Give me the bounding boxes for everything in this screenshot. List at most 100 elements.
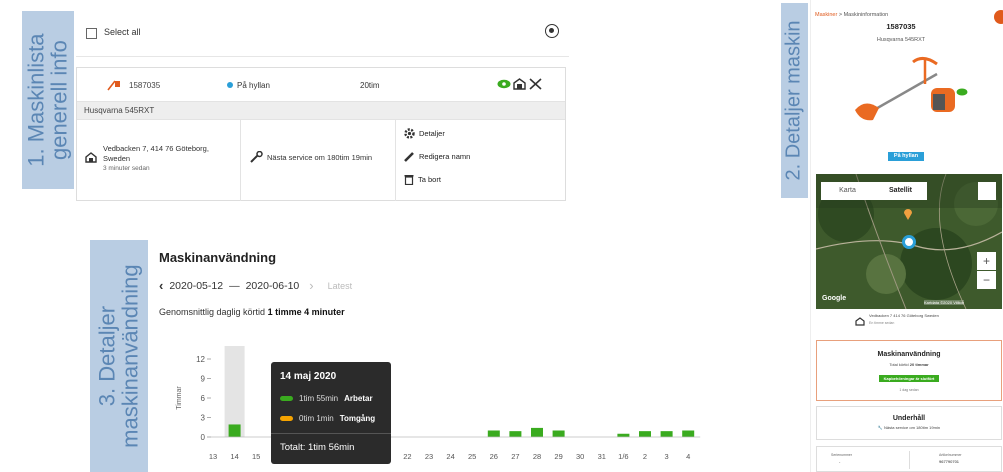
x-tick-label: 26 <box>490 452 498 461</box>
usage-box[interactable]: Maskinanvändning Total körtid 20 timmar … <box>816 340 1002 401</box>
highlight-column <box>224 346 245 437</box>
bar <box>509 431 522 437</box>
x-tick-label: 4 <box>686 452 690 461</box>
map[interactable]: Karta Satellit + − Google Kartdata ©2020… <box>816 174 1002 309</box>
bar <box>682 430 695 437</box>
detail-address-time: En timme sedan <box>869 321 895 325</box>
google-logo: Google <box>822 295 847 302</box>
section-label-3-line1: 3. Detaljer <box>94 305 120 407</box>
detail-status-badge: På hyllan <box>888 152 924 161</box>
bar <box>531 427 543 437</box>
x-tick-label: 14 <box>230 452 238 461</box>
y-tick-label: 3 <box>201 414 206 423</box>
tooltip-total: Totalt: 1tim 56min <box>280 442 355 453</box>
bar <box>639 431 651 437</box>
fullscreen-button[interactable] <box>978 182 996 200</box>
wrench-icon <box>250 151 263 163</box>
detail-machine-model: Husqvarna 545RXT <box>876 37 926 43</box>
article-label: Artikelnummer <box>939 453 962 457</box>
machine-card-model-row: Husqvarna 545RXT <box>77 102 565 120</box>
prev-period-icon[interactable]: ‹ <box>159 278 163 293</box>
date-navigator: ‹ 2020-05-12 — 2020-06-10 › Latest <box>159 278 352 293</box>
x-tick-label: 22 <box>403 452 411 461</box>
action-rename[interactable]: Redigera namn <box>404 151 470 162</box>
usage-chart[interactable]: Timmar0369121314151617181920212223242526… <box>155 346 715 472</box>
tooltip-work-value: 1tim 55min <box>299 394 339 403</box>
serial-label: Serienummer <box>831 453 853 457</box>
serial-value: - <box>839 459 841 464</box>
locate-icon[interactable] <box>545 24 559 38</box>
info-row: Serienummer - Artikelnummer 967790701 <box>816 446 1002 472</box>
tooltip-date: 14 maj 2020 <box>280 371 337 382</box>
x-tick-label: 24 <box>446 452 454 461</box>
bar <box>487 430 500 437</box>
work-legend-swatch <box>280 396 293 401</box>
maintenance-box[interactable]: Underhåll 🔧 Nästa service om 180tim 19mi… <box>816 406 1002 440</box>
machine-model: Husqvarna 545RXT <box>84 106 155 115</box>
garage-icon <box>513 78 526 90</box>
machine-list-toolbar: Select all <box>76 11 569 57</box>
address-time: 3 minuter sedan <box>103 165 150 172</box>
close-button[interactable] <box>994 10 1003 24</box>
latest-button[interactable]: Latest <box>328 281 353 291</box>
map-tab-bar: Karta Satellit <box>821 182 927 200</box>
details-divider-2 <box>395 120 396 201</box>
next-service: Nästa service om 180tim 19min <box>267 153 373 162</box>
x-tick-label: 27 <box>511 452 519 461</box>
section-label-1: 1. Maskinlista generell info <box>22 11 74 189</box>
machine-detail-panel: Maskiner > Maskininformation 1587035 Hus… <box>810 0 1003 472</box>
usage-box-title: Maskinanvändning <box>877 351 941 358</box>
map-tab-karta[interactable]: Karta <box>821 182 874 200</box>
action-details-label: Detaljer <box>419 129 445 138</box>
zoom-out-button[interactable]: − <box>977 271 996 289</box>
breadcrumb: Maskiner > Maskininformation <box>815 12 888 18</box>
bar <box>552 430 565 437</box>
map-attribution: Kartdata ©2020 Villkor <box>924 300 965 305</box>
x-tick-label: 29 <box>554 452 562 461</box>
x-tick-label: 13 <box>209 452 217 461</box>
breadcrumb-current: Maskininformation <box>843 12 889 18</box>
y-tick-label: 0 <box>201 433 206 442</box>
next-period-icon[interactable]: › <box>309 278 313 293</box>
info-divider <box>909 451 910 469</box>
section-label-3: 3. Detaljer maskinanvändning <box>90 240 148 472</box>
section-label-1-line2: generell info <box>47 40 72 160</box>
average-runtime: Genomsnittlig daglig körtid 1 timme 4 mi… <box>159 307 345 317</box>
tooltip-divider <box>271 433 391 434</box>
maintenance-text: Nästa service om 180tim 19min <box>884 425 941 430</box>
y-tick-label: 12 <box>196 355 205 364</box>
bar <box>617 433 630 437</box>
zoom-in-button[interactable]: + <box>977 252 996 270</box>
x-tick-label: 3 <box>665 452 669 461</box>
y-tick-label: 6 <box>201 394 206 403</box>
eye-icon <box>497 79 511 89</box>
machine-location-marker[interactable] <box>902 235 916 249</box>
y-axis-label: Timmar <box>176 386 183 410</box>
machine-card[interactable]: 1587035 På hyllan 20tim Husqvarna 545RXT <box>76 67 566 201</box>
map-pin-icon <box>904 209 912 220</box>
maintenance-wrench-icon: 🔧 <box>877 425 883 430</box>
tooltip-idle-row: 0tim 1min Tomgång <box>280 414 375 423</box>
usage-badge: Kapbehörningar är slutfört <box>878 375 940 382</box>
usage-title: Maskinanvändning <box>159 250 277 265</box>
map-tab-satellit[interactable]: Satellit <box>874 182 927 200</box>
breadcrumb-separator: > <box>838 12 843 18</box>
address-line1: Vedbacken 7, 414 76 Göteborg, <box>103 144 209 153</box>
x-tick-label: 1/6 <box>618 452 628 461</box>
tooltip-idle-label: Tomgång <box>339 414 376 423</box>
select-all-label[interactable]: Select all <box>104 27 141 37</box>
tooltip-work-label: Arbetar <box>344 394 373 403</box>
usage-total-label: Total körtid <box>889 362 909 367</box>
detail-home-icon <box>855 317 865 326</box>
y-tick-label: 9 <box>201 375 206 384</box>
breadcrumb-root[interactable]: Maskiner <box>815 12 837 18</box>
range-start: 2020-05-12 <box>169 279 224 292</box>
trimmer-icon <box>107 80 120 91</box>
trash-icon <box>404 175 414 185</box>
action-details[interactable]: Detaljer <box>404 128 445 139</box>
detail-machine-id: 1587035 <box>886 22 916 31</box>
machine-list-panel: Select all 1587035 På hyllan 20tim Husqv… <box>76 11 569 201</box>
x-tick-label: 15 <box>252 452 260 461</box>
select-all-checkbox[interactable] <box>86 28 97 39</box>
action-delete[interactable]: Ta bort <box>404 174 441 185</box>
